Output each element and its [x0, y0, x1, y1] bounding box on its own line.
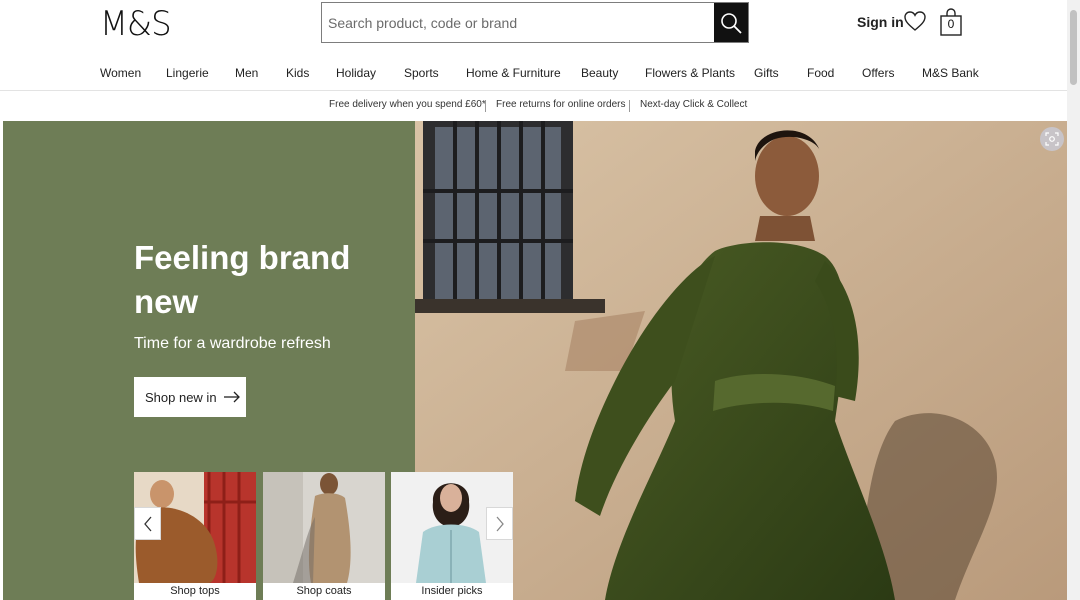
nav-item-sports[interactable]: Sports: [404, 66, 439, 80]
nav-item-food[interactable]: Food: [807, 66, 834, 80]
search-icon: [721, 12, 742, 34]
nav-item-men[interactable]: Men: [235, 66, 258, 80]
arrow-right-icon: [223, 391, 240, 403]
carousel-prev-button[interactable]: [134, 507, 161, 540]
nav-item-women[interactable]: Women: [100, 66, 141, 80]
nav-item-offers[interactable]: Offers: [862, 66, 894, 80]
chevron-left-icon: [143, 516, 151, 531]
nav-divider: [0, 90, 1067, 91]
shop-new-in-button[interactable]: Shop new in: [134, 377, 246, 417]
image-search-button[interactable]: [1040, 127, 1064, 151]
hero-title: Feeling brand new: [134, 239, 351, 320]
tile-shop-coats[interactable]: Shop coats: [263, 472, 385, 600]
shop-new-in-label: Shop new in: [145, 389, 217, 405]
nav-item-lingerie[interactable]: Lingerie: [166, 66, 209, 80]
nav-item-beauty[interactable]: Beauty: [581, 66, 618, 80]
main-nav: Women Lingerie Men Kids Holiday Sports H…: [0, 66, 1067, 80]
promo-free-returns[interactable]: Free returns for online orders: [496, 99, 626, 110]
sign-in-link[interactable]: Sign in: [857, 14, 904, 30]
scrollbar[interactable]: [1067, 0, 1080, 600]
ms-logo[interactable]: M&S: [100, 4, 172, 44]
nav-item-gifts[interactable]: Gifts: [754, 66, 779, 80]
wishlist-button[interactable]: [903, 9, 927, 38]
search-bar: [321, 2, 749, 43]
nav-item-ms-bank[interactable]: M&S Bank: [922, 66, 979, 80]
promo-click-collect[interactable]: Next-day Click & Collect: [640, 99, 747, 110]
promo-free-delivery[interactable]: Free delivery when you spend £60*: [329, 99, 486, 110]
basket-button[interactable]: 0: [940, 8, 962, 41]
nav-item-flowers-plants[interactable]: Flowers & Plants: [645, 66, 735, 80]
hero-subtitle: Time for a wardrobe refresh: [134, 335, 331, 352]
tile-label: Shop tops: [170, 585, 220, 597]
promo-strip: Free delivery when you spend £60* Free r…: [0, 99, 1067, 113]
nav-item-holiday[interactable]: Holiday: [336, 66, 376, 80]
chevron-right-icon: [496, 516, 504, 531]
heart-icon: [904, 11, 926, 31]
promo-separator: [485, 100, 486, 112]
nav-item-home-furniture[interactable]: Home & Furniture: [466, 66, 561, 80]
scrollbar-thumb[interactable]: [1070, 10, 1077, 85]
search-button[interactable]: [714, 3, 748, 42]
search-input[interactable]: [322, 3, 714, 42]
tile-label: Shop coats: [296, 585, 352, 597]
promo-separator: [629, 100, 630, 112]
carousel-next-button[interactable]: [486, 507, 513, 540]
basket-count: 0: [947, 17, 955, 31]
nav-item-kids[interactable]: Kids: [286, 66, 309, 80]
tile-label: Insider picks: [421, 585, 483, 597]
camera-scan-icon: [1045, 132, 1059, 146]
tile-image-coats: [263, 472, 385, 583]
